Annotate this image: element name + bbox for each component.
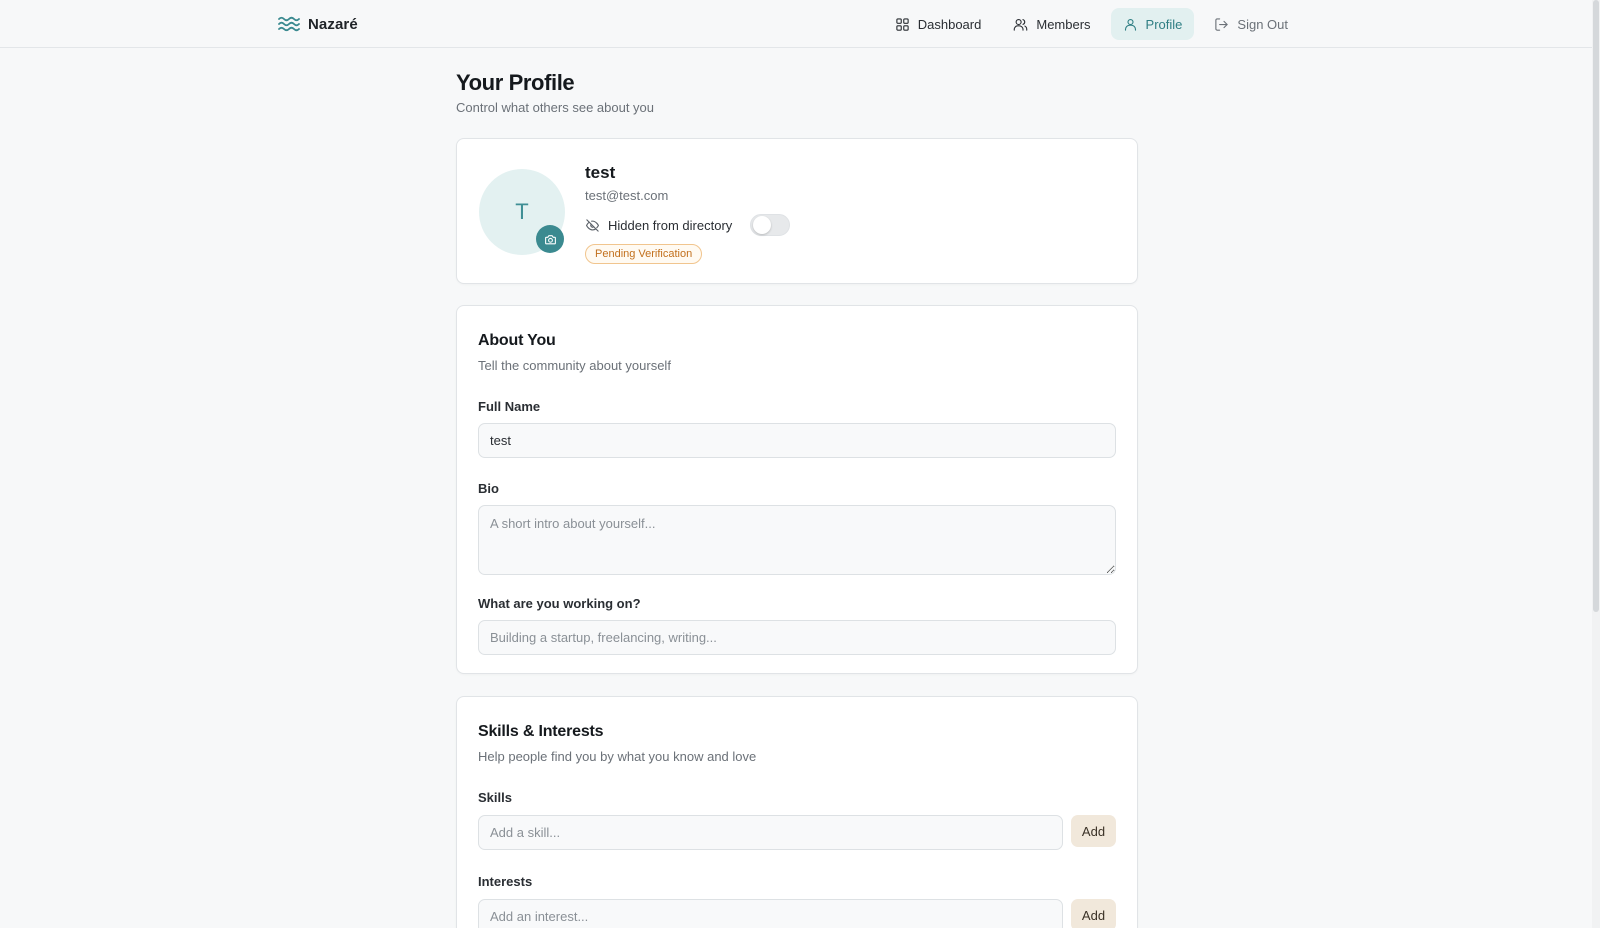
working-on-label: What are you working on? (478, 596, 641, 611)
skills-interests-card: Skills & Interests Help people find you … (456, 696, 1138, 928)
bio-textarea[interactable] (478, 505, 1116, 575)
nav-dashboard-label: Dashboard (917, 16, 982, 32)
nav-dashboard[interactable]: Dashboard (883, 8, 994, 40)
nav-sign-out[interactable]: Sign Out (1202, 8, 1300, 40)
top-navigation-bar: Nazaré Dashboard Members Profile Sign Ou… (0, 0, 1592, 48)
full-name-label: Full Name (478, 399, 541, 414)
page-scrollbar[interactable] (1592, 0, 1600, 928)
hidden-from-directory-toggle[interactable] (750, 214, 791, 236)
avatar-initial: T (515, 199, 529, 224)
nav-members-label: Members (1036, 16, 1091, 32)
profile-email: test@test.com (585, 188, 669, 203)
brand[interactable]: Nazaré (278, 12, 358, 36)
visibility-label: Hidden from directory (608, 217, 733, 233)
nav-members[interactable]: Members (1001, 8, 1102, 40)
full-name-input[interactable] (478, 423, 1116, 458)
page-title: Your Profile (456, 70, 575, 95)
about-title: About You (478, 332, 556, 349)
status-badge: Pending Verification (585, 244, 703, 264)
nav-sign-out-label: Sign Out (1237, 16, 1288, 32)
nav-profile-label: Profile (1145, 16, 1183, 32)
bio-label: Bio (478, 481, 499, 496)
profile-info: test test@test.com Hidden from directory… (585, 163, 791, 264)
sign-out-icon (1215, 17, 1229, 31)
users-icon (1014, 18, 1028, 31)
visibility-row: Hidden from directory (585, 214, 791, 236)
skills-label: Skills (478, 790, 512, 805)
interests-label: Interests (478, 874, 533, 889)
interest-input[interactable] (478, 899, 1063, 928)
brand-name: Nazaré (308, 15, 358, 33)
skills-add-row: Add (478, 815, 1116, 850)
grid-icon (896, 17, 909, 31)
eye-off-icon (586, 218, 599, 232)
add-interest-button[interactable]: Add (1071, 899, 1116, 928)
main-nav: Dashboard Members Profile Sign Out (883, 8, 1300, 40)
user-icon (1124, 18, 1136, 31)
camera-icon (544, 234, 556, 244)
interests-add-row: Add (478, 899, 1116, 928)
skill-input[interactable] (478, 815, 1063, 850)
profile-name: test (585, 163, 616, 182)
scrollbar-thumb[interactable] (1593, 0, 1599, 612)
page-subtitle: Control what others see about you (456, 100, 655, 115)
nav-profile[interactable]: Profile (1110, 8, 1195, 40)
working-on-input[interactable] (478, 620, 1116, 655)
about-you-card: About You Tell the community about yours… (456, 305, 1138, 674)
waves-icon (278, 16, 300, 32)
add-skill-button[interactable]: Add (1071, 815, 1116, 847)
toggle-knob (753, 216, 772, 234)
page-heading: Your Profile Control what others see abo… (456, 70, 1138, 115)
profile-summary-card: T test test@test.com Hidden from directo… (456, 138, 1138, 284)
skills-subtitle: Help people find you by what you know an… (478, 749, 757, 764)
change-photo-button[interactable] (536, 225, 564, 253)
about-subtitle: Tell the community about yourself (478, 358, 671, 373)
skills-title: Skills & Interests (478, 723, 604, 740)
